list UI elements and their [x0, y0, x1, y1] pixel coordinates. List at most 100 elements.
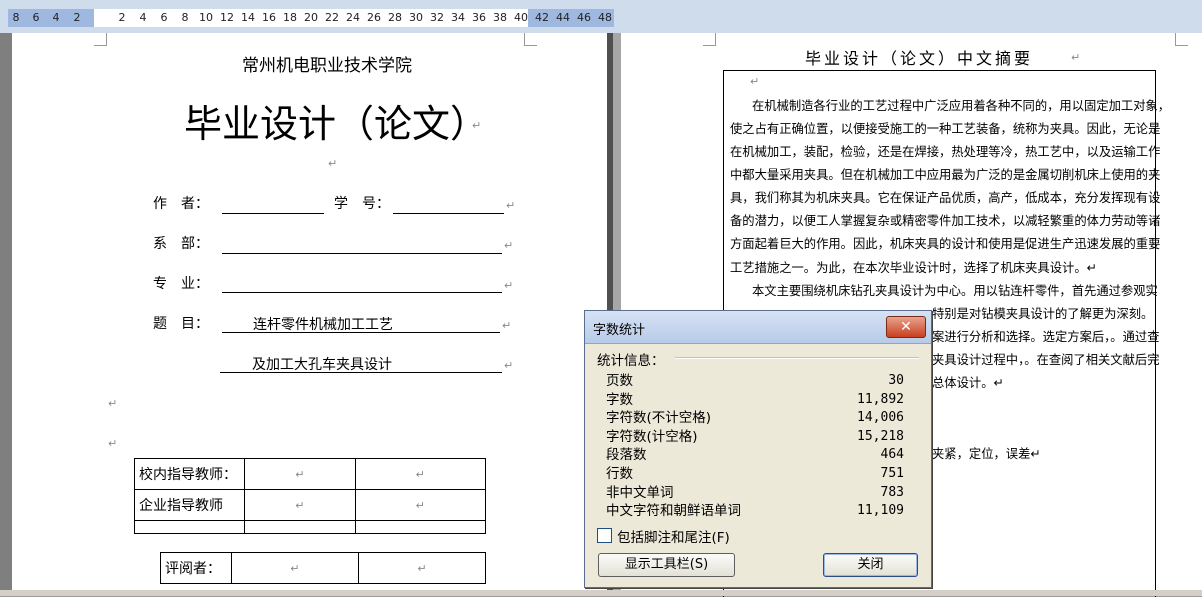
margin-corner — [524, 33, 537, 46]
stat-label: 行数 — [606, 466, 633, 482]
section-divider — [675, 357, 919, 359]
dept-field[interactable] — [222, 253, 502, 254]
abstract-heading: 毕业设计（论文）中文摘要 — [805, 49, 1034, 68]
major-field[interactable] — [222, 292, 502, 293]
ruler-tick-label: 42 — [535, 11, 549, 24]
stat-label: 字数 — [606, 391, 633, 408]
topic-line-2: 及加工大孔车夹具设计 — [252, 357, 392, 373]
stat-label: 非中文单词 — [606, 484, 674, 501]
stat-row: 字数 11,892 — [606, 391, 904, 410]
stat-label: 字符数(计空格) — [606, 428, 698, 445]
table-cell[interactable] — [354, 520, 486, 534]
paragraph-mark: ↵ — [750, 75, 760, 88]
ruler-tick-label: 28 — [388, 11, 402, 24]
stat-row: 段落数 464 — [606, 446, 904, 465]
stat-value: 751 — [880, 466, 904, 481]
abstract-line: 具，我们称其为机床夹具。它在保证产品优质，高产，低成本，充分发挥现有设 — [730, 191, 1161, 205]
student-no-field[interactable] — [393, 213, 504, 214]
paragraph-mark: ↵ — [108, 437, 118, 450]
ruler-tick-label: 20 — [304, 11, 318, 24]
table-cell[interactable]: ↵ — [357, 552, 487, 584]
abstract-line: 使之占有正确位置，以便接受施工的一种工艺装备，统称为夹具。因此，无论是 — [730, 122, 1161, 136]
paragraph-mark: ↵ — [502, 319, 512, 332]
abstract-line: 在机械加工，装配，检验，还是在焊接，热处理等冷，热工艺中，以及运输工作 — [730, 145, 1161, 159]
paragraph-mark: ↵ — [472, 119, 482, 132]
paragraph-mark: ↵ — [504, 279, 514, 292]
table-cell[interactable]: ↵ — [230, 552, 359, 584]
ruler-tick-label: 30 — [409, 11, 423, 24]
table-cell[interactable]: ↵ — [244, 458, 356, 490]
ruler-tick-label: 12 — [220, 11, 234, 24]
table-cell[interactable]: ↵ — [354, 489, 486, 521]
stat-value: 464 — [880, 447, 904, 463]
horizontal-ruler[interactable]: 8 6 4 2 2 4 6 8 10 12 14 16 18 20 22 24 26 28 30 32 34 36 38 40… — [0, 0, 1202, 34]
abstract-line: 在机械制造各行业的工艺过程中广泛应用着各种不同的，用以固定加工对象， — [752, 99, 1171, 113]
table-cell[interactable] — [244, 520, 356, 534]
stat-value: 14,006 — [857, 410, 904, 426]
table-row — [133, 520, 486, 534]
dialog-titlebar[interactable]: 字数统计 ✕ — [585, 311, 931, 344]
table-cell[interactable]: ↵ — [354, 458, 486, 490]
stats-section-label: 统计信息： — [597, 353, 665, 369]
stat-value: 11,109 — [857, 503, 904, 519]
margin-corner — [703, 33, 716, 46]
abstract-line: 夹具设计过程中，。在查阅了相关文献后完 — [932, 353, 1160, 367]
ruler-tick-label: 6 — [160, 11, 168, 24]
ruler-left-margin — [8, 9, 94, 27]
stat-row: 中文字符和朝鲜语单词 11,109 — [606, 502, 904, 521]
paragraph-mark: ↵ — [506, 199, 516, 212]
reviewer-table[interactable]: 评阅者： ↵ ↵ — [160, 552, 487, 584]
thesis-title: 毕业设计（论文） — [184, 102, 489, 146]
stat-label: 中文字符和朝鲜语单词 — [606, 503, 741, 520]
show-toolbar-button[interactable]: 显示工具栏(S) — [598, 553, 735, 577]
ruler-strip: 8 6 4 2 2 4 6 8 10 12 14 16 18 20 22 24 26 28 30 32 34 36 38 40… — [8, 9, 614, 27]
ruler-tick-label: 10 — [199, 11, 213, 24]
keywords-line: 夹紧，定位，误差↵ — [932, 447, 1041, 461]
topic-field-2[interactable] — [220, 372, 502, 373]
abstract-line: 备的潜力，以便工人掌握复杂或精密零件加工技术，以减轻繁重的体力劳动等诸 — [730, 214, 1161, 228]
author-label: 作 者： — [153, 196, 209, 212]
stat-value: 11,892 — [857, 391, 904, 407]
ruler-tick-label: 32 — [430, 11, 444, 24]
close-icon[interactable]: ✕ — [886, 316, 926, 338]
table-row: 企业指导教师 ↵ ↵ — [133, 489, 486, 521]
abstract-line: 案进行分析和选择。选定方案后，。通过查 — [932, 330, 1160, 344]
abstract-line: 本文主要围绕机床钻孔夹具设计为中心。用以钻连杆零件，首先通过参观实 — [752, 284, 1158, 298]
dept-label: 系 部： — [153, 236, 209, 252]
margin-corner — [1175, 33, 1188, 46]
inner-advisor-label: 校内指导教师： — [133, 458, 246, 490]
advisor-table[interactable]: 校内指导教师： ↵ ↵ 企业指导教师 ↵ ↵ — [133, 458, 486, 534]
margin-corner — [94, 33, 107, 46]
stat-value: 783 — [880, 484, 904, 500]
footnotes-checkbox[interactable] — [597, 528, 612, 543]
dialog-title: 字数统计 — [593, 323, 646, 338]
author-field[interactable] — [222, 213, 324, 214]
stat-value: 30 — [888, 373, 904, 388]
stat-row: 字符数(不计空格) 14,006 — [606, 409, 904, 428]
ruler-tick-label: 34 — [451, 11, 465, 24]
footnotes-checkbox-label: 包括脚注和尾注(F) — [617, 530, 730, 546]
ruler-tick-label: 36 — [472, 11, 486, 24]
topic-field-1[interactable] — [222, 332, 500, 333]
paragraph-mark: ↵ — [504, 239, 514, 252]
ruler-tick-label: 8 — [181, 11, 189, 24]
table-cell[interactable] — [133, 520, 246, 534]
close-button[interactable]: 关闭 — [823, 553, 918, 577]
reviewer-label: 评阅者： — [160, 552, 232, 584]
abstract-line: 总体设计。↵ — [932, 376, 1004, 390]
cover-page[interactable]: 常州机电职业技术学院 毕业设计（论文） ↵ ↵ 作 者： 学 号： ↵ 系 部：… — [12, 33, 607, 596]
ruler-tick-label: 16 — [262, 11, 276, 24]
ruler-tick-label: 4 — [52, 11, 60, 24]
stat-row: 非中文单词 783 — [606, 484, 904, 503]
ruler-tick-label: 48 — [598, 11, 612, 24]
topic-line-1: 连杆零件机械加工工艺 — [253, 317, 393, 333]
word-count-dialog[interactable]: 字数统计 ✕ 统计信息： 页数 30 字数 11,892 字符数(不计空格) 14,006… — [584, 310, 932, 588]
ruler-tick-label: 14 — [241, 11, 255, 24]
ruler-tick-label: 2 — [118, 11, 126, 24]
paragraph-mark: ↵ — [1071, 51, 1081, 64]
topic-label: 题 目： — [153, 316, 209, 332]
ruler-tick-label: 44 — [556, 11, 570, 24]
ruler-tick-label: 18 — [283, 11, 297, 24]
stat-label: 页数 — [606, 373, 633, 389]
table-cell[interactable]: ↵ — [244, 489, 356, 521]
